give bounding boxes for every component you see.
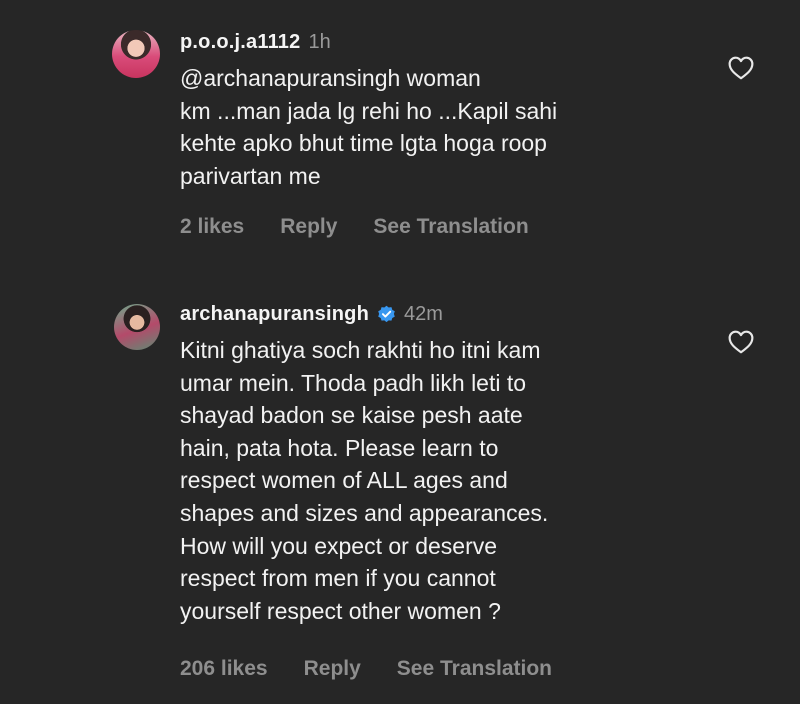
likes-count[interactable]: 2 likes <box>180 215 244 239</box>
reply-button[interactable]: Reply <box>304 657 361 681</box>
heart-outline-icon[interactable] <box>728 56 754 80</box>
timestamp: 1h <box>308 30 331 53</box>
heart-outline-icon[interactable] <box>728 330 754 354</box>
timestamp: 42m <box>404 302 443 325</box>
comment-text: @archanapuransingh woman km ...man jada … <box>180 65 558 189</box>
verified-badge-icon <box>378 305 395 322</box>
comment-text: Kitni ghatiya soch rakhti ho itni kam um… <box>180 337 549 624</box>
comment-actions: 206 likes Reply See Translation <box>180 657 588 681</box>
avatar[interactable] <box>114 304 160 350</box>
reply-button[interactable]: Reply <box>280 215 337 239</box>
see-translation-button[interactable]: See Translation <box>373 215 528 239</box>
username[interactable]: p.o.o.j.a1112 <box>180 31 300 54</box>
comment-header: archanapuransingh 42m <box>180 300 443 328</box>
avatar[interactable] <box>112 30 160 78</box>
username[interactable]: archanapuransingh <box>180 303 369 326</box>
comment-actions: 2 likes Reply See Translation <box>180 215 565 239</box>
likes-count[interactable]: 206 likes <box>180 657 268 681</box>
comment-header: p.o.o.j.a1112 1h <box>180 28 331 56</box>
see-translation-button[interactable]: See Translation <box>397 657 552 681</box>
